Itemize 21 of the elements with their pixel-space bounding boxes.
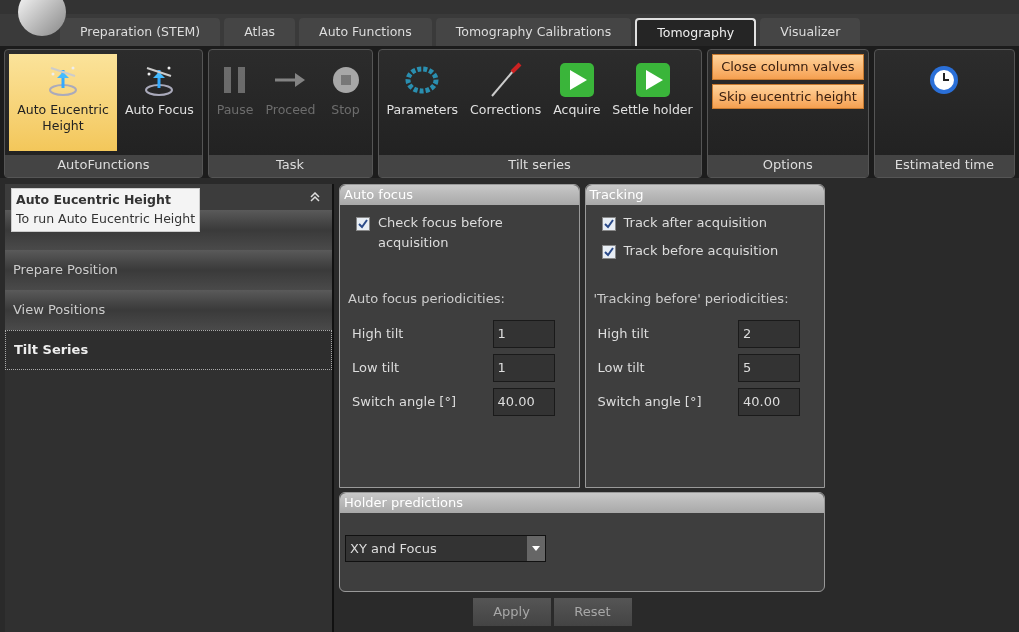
- panel-title: Tracking: [585, 185, 824, 205]
- field-label: Low tilt: [597, 358, 645, 377]
- group-label: Tilt series: [378, 155, 701, 177]
- checkbox-label: Track before acquisition: [623, 241, 780, 260]
- section-label: Auto focus periodicities:: [348, 290, 506, 308]
- field-label: High tilt: [352, 324, 404, 343]
- tooltip-title: Auto Eucentric Height: [16, 191, 172, 209]
- section-label: 'Tracking before' periodicities:: [593, 290, 790, 308]
- panel-title: Auto focus: [340, 185, 579, 205]
- group-label: Task: [208, 155, 372, 177]
- field-label: High tilt: [597, 324, 649, 343]
- panel-title: Holder predictions: [340, 493, 824, 513]
- field-label: Switch angle [°]: [352, 392, 456, 411]
- group-label: AutoFunctions: [5, 155, 202, 177]
- field-label: Switch angle [°]: [597, 392, 702, 411]
- tooltip-text: To run Auto Eucentric Height: [16, 209, 196, 228]
- group-label: Options: [707, 155, 868, 177]
- group-label: Estimated time: [874, 155, 1014, 177]
- checkbox-label: Check focus before acquisition: [378, 214, 504, 252]
- field-label: Low tilt: [352, 358, 400, 377]
- checkbox-label: Track after acquisition: [623, 214, 769, 232]
